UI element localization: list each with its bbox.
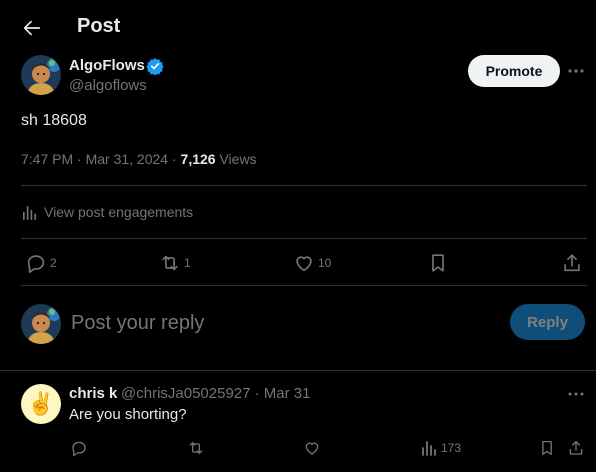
reply-input[interactable] — [71, 310, 491, 336]
page-title: Post — [77, 15, 121, 37]
divider — [21, 285, 587, 286]
author-avatar[interactable] — [21, 55, 61, 95]
reply-views-action[interactable]: 173 — [420, 439, 461, 457]
repost-action[interactable]: 1 — [159, 252, 191, 274]
repost-icon — [159, 252, 181, 274]
more-options-icon[interactable] — [566, 62, 586, 80]
reply-like-action[interactable] — [303, 439, 321, 457]
more-options-icon[interactable] — [566, 386, 586, 402]
user-avatar[interactable] — [21, 304, 61, 344]
repost-icon — [187, 439, 205, 457]
reply-author-meta[interactable]: @chrisJa05025927 · Mar 31 — [121, 385, 311, 402]
heart-icon — [293, 252, 315, 274]
like-count: 10 — [318, 256, 332, 270]
reply-button[interactable]: Reply — [510, 304, 585, 340]
reply-author-avatar[interactable]: ✌️ — [21, 384, 61, 424]
divider — [21, 238, 587, 239]
share-icon — [567, 439, 585, 457]
divider — [0, 370, 596, 371]
reply-repost-action[interactable] — [187, 439, 205, 457]
like-action[interactable]: 10 — [293, 252, 331, 274]
heart-icon — [303, 439, 321, 457]
post-text: sh 18608 — [21, 112, 87, 129]
views-count: 7,126 — [180, 151, 216, 167]
view-engagements-link[interactable]: View post engagements — [21, 203, 193, 221]
post-timestamp[interactable]: 7:47 PM · Mar 31, 2024 · — [21, 151, 181, 167]
reply-reply-action[interactable] — [70, 439, 88, 457]
post-meta: 7:47 PM · Mar 31, 2024 · 7,126 Views — [21, 151, 257, 167]
author-handle[interactable]: @algoflows — [69, 77, 147, 94]
reply-text: Are you shorting? — [69, 406, 187, 423]
reply-icon — [25, 252, 47, 274]
promote-button[interactable]: Promote — [468, 55, 560, 87]
analytics-icon — [420, 439, 438, 457]
reply-views-count: 173 — [441, 441, 462, 455]
bookmark-icon — [538, 439, 556, 457]
analytics-icon — [21, 204, 38, 221]
view-engagements-label: View post engagements — [44, 204, 194, 220]
share-icon — [561, 252, 583, 274]
views-label: Views — [215, 151, 257, 167]
reply-action[interactable]: 2 — [25, 252, 57, 274]
author-name[interactable]: AlgoFlows — [69, 57, 145, 74]
bookmark-icon — [427, 252, 449, 274]
verified-badge-icon — [146, 57, 164, 75]
divider — [21, 185, 587, 186]
reply-share-action[interactable] — [567, 439, 585, 457]
share-action[interactable] — [561, 252, 583, 274]
reply-count: 2 — [50, 256, 57, 270]
repost-count: 1 — [184, 256, 191, 270]
reply-icon — [70, 439, 88, 457]
back-arrow-icon[interactable] — [21, 17, 43, 39]
reply-bookmark-action[interactable] — [538, 439, 556, 457]
reply-author-name[interactable]: chris k — [69, 385, 117, 402]
bookmark-action[interactable] — [427, 252, 449, 274]
